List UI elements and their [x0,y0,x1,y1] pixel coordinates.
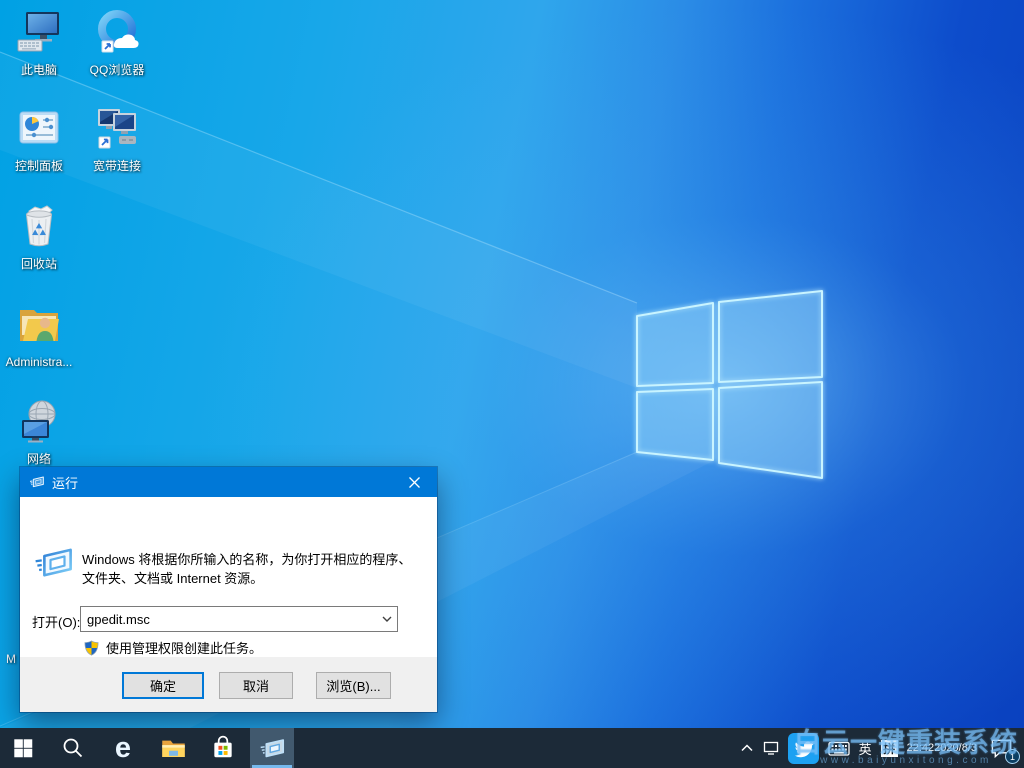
desktop-icon-recycle-bin[interactable]: 回收站 [1,202,77,271]
uac-shield-icon [84,640,99,656]
qq-browser-icon [98,10,139,53]
touch-keyboard-button[interactable] [827,739,850,757]
desktop-icon-control-panel[interactable]: 控制面板 [1,104,77,173]
run-description: Windows 将根据你所输入的名称，为你打开相应的程序、 文件夹、文档或 In… [82,550,411,588]
ime-pinyin-badge: 拼 [880,739,898,757]
twitter-bird-icon [794,741,814,757]
search-button[interactable] [50,728,96,768]
system-tray: 英 拼 22:42 2020/8/3 1 [740,728,1024,768]
icon-label: Administra... [5,355,73,369]
chevron-up-icon [741,744,753,752]
twitter-tray-button[interactable] [787,732,819,764]
close-icon [408,476,420,488]
clock[interactable]: 22:42 2020/8/3 [907,742,977,755]
desktop-icon-qq-browser[interactable]: QQ浏览器 [79,8,155,77]
hidden-icon-label-fragment: M [6,652,16,666]
ime-mode-indicator[interactable]: 英 [859,739,872,758]
run-dialog-footer: 确定 取消 浏览(B)... [20,657,437,712]
close-button[interactable] [391,467,437,497]
clock-time: 22:42 [906,741,935,754]
dialog-title: 运行 [52,475,79,491]
icon-label: 此电脑 [20,63,57,77]
icon-label: 回收站 [20,257,57,271]
recycle-bin-icon [25,205,53,247]
icon-label: 宽带连接 [92,159,141,173]
network-icon [22,400,56,443]
taskbar-apps: e [0,728,298,768]
desktop-icon-network[interactable]: 网络 [1,397,77,466]
run-command-input[interactable] [80,606,398,632]
taskbar: e 英 拼 22:42 2020/8/3 1 [0,728,1024,768]
broadband-connection-icon [98,109,136,149]
run-dialog-body: Windows 将根据你所输入的名称，为你打开相应的程序、 文件夹、文档或 In… [20,497,437,657]
run-window-icon [29,476,44,488]
control-panel-icon [19,111,59,144]
file-explorer-icon [161,740,185,757]
run-dialog-titlebar[interactable]: 运行 [20,467,437,497]
run-icon [35,548,72,577]
desktop-icon-this-pc[interactable]: 此电脑 [1,8,77,77]
administrator-folder-icon [20,310,59,341]
keyboard-icon [827,741,850,756]
show-hidden-icons-button[interactable] [740,743,754,753]
cancel-button[interactable]: 取消 [219,672,293,699]
admin-note-text: 使用管理权限创建此任务。 [106,641,263,656]
icon-label: 控制面板 [14,159,63,173]
tray-display-button[interactable] [763,740,779,756]
admin-note-row: 使用管理权限创建此任务。 [84,638,262,657]
edge-icon: e [114,731,132,764]
action-center-button[interactable]: 1 [986,733,1020,764]
ime-language-button[interactable]: 拼 [880,739,898,757]
browse-button[interactable]: 浏览(B)... [316,672,391,699]
file-explorer-button[interactable] [150,728,196,768]
clock-date: 2020/8/3 [934,741,977,754]
this-pc-icon [17,12,59,52]
display-icon [763,741,778,755]
edge-button[interactable]: e [100,728,146,768]
notification-badge: 1 [1005,749,1020,764]
microsoft-store-button[interactable] [200,728,246,768]
run-dialog: 运行 Windows 将根据你所输入的名称，为你打开相应的程序、 文件夹、文档或… [20,467,437,712]
desktop: 此电脑 QQ浏览器 控制面板 宽带连接 回收站 Administra... 网络… [0,0,1024,728]
windows-start-icon [14,739,33,758]
desktop-icon-broadband[interactable]: 宽带连接 [79,104,155,173]
start-button[interactable] [0,728,46,768]
run-taskbar-button[interactable] [250,728,294,768]
run-command-combobox [80,606,398,632]
open-label: 打开(O): [32,615,81,630]
run-description-line2: 文件夹、文档或 Internet 资源。 [82,571,264,586]
ok-button[interactable]: 确定 [122,672,204,699]
run-description-line1: Windows 将根据你所输入的名称，为你打开相应的程序、 [82,552,412,567]
search-icon [63,738,83,758]
desktop-icon-administrator[interactable]: Administra... [1,300,77,369]
run-app-icon [260,738,284,757]
microsoft-store-icon [214,735,232,758]
icon-label: 网络 [26,452,51,466]
icon-label: QQ浏览器 [89,63,145,77]
